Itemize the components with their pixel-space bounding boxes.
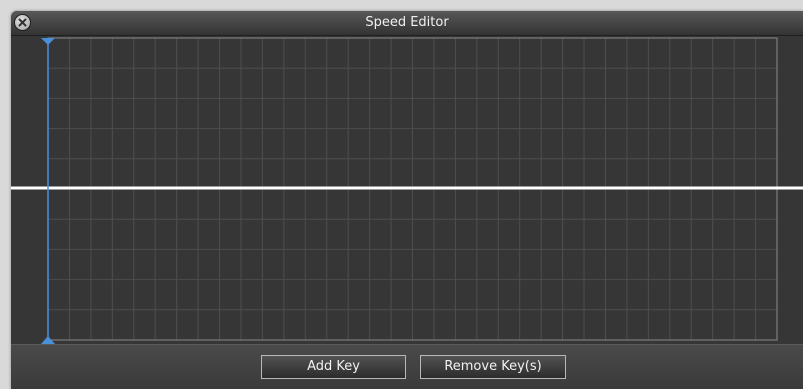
speed-graph[interactable] <box>11 36 803 344</box>
playhead-top-handle[interactable] <box>41 38 55 45</box>
title-bar: Speed Editor <box>11 11 803 36</box>
remove-keys-button[interactable]: Remove Key(s) <box>420 355 566 379</box>
window-title: Speed Editor <box>365 15 449 30</box>
speed-editor-window: Speed Editor Add Key Remove Key(s) <box>11 11 803 389</box>
speed-graph-area[interactable] <box>11 36 803 344</box>
add-key-button[interactable]: Add Key <box>261 355 406 379</box>
button-bar: Add Key Remove Key(s) <box>11 344 803 389</box>
